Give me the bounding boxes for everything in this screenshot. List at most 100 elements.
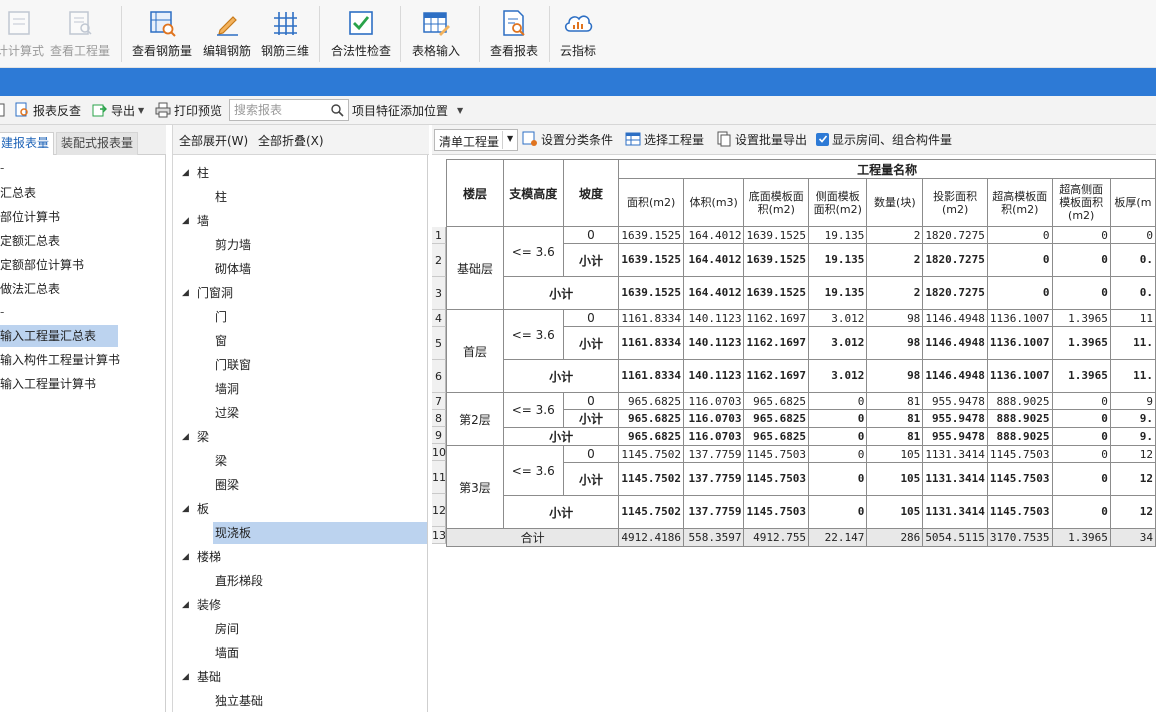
report-search-input[interactable] xyxy=(230,100,326,120)
table-input-button[interactable]: 表格输入 xyxy=(408,0,464,68)
report-item[interactable]: 部位计算书 xyxy=(0,206,165,228)
value-cell[interactable]: 0 xyxy=(808,392,868,410)
value-cell[interactable]: 105 xyxy=(866,462,924,496)
view-report-button[interactable]: 查看报表 xyxy=(486,0,542,68)
value-cell[interactable]: 11 xyxy=(1109,309,1156,327)
value-cell[interactable]: 1162.1697 xyxy=(743,326,810,360)
show-rooms-checkbox[interactable]: 显示房间、组合构件量 xyxy=(816,129,952,149)
table-row[interactable]: 基础层 <= 3.6 0 1639.1525 164.4012 1639.1525 19.1… xyxy=(446,226,1156,310)
tab-assembly-report[interactable]: 装配式报表量 xyxy=(56,132,139,155)
value-cell[interactable]: 1162.1697 xyxy=(743,309,810,327)
value-cell[interactable]: 3.012 xyxy=(808,326,868,360)
report-item[interactable]: 定额部位计算书 xyxy=(0,254,165,276)
value-cell[interactable]: 0 xyxy=(808,462,868,496)
value-cell[interactable]: 1145.7502 xyxy=(618,462,684,496)
tab-build-report[interactable]: 建报表量 xyxy=(0,132,55,155)
report-item-selected[interactable]: 输入工程量汇总表 xyxy=(0,325,118,347)
support-height-cell[interactable]: <= 3.6 xyxy=(502,392,564,428)
value-cell[interactable]: 164.4012 xyxy=(682,276,745,310)
value-cell[interactable]: 1131.3414 xyxy=(922,462,988,496)
header-column[interactable]: 体积(m3) xyxy=(682,178,745,227)
support-height-cell[interactable]: <= 3.6 xyxy=(502,309,564,360)
value-cell[interactable]: 1145.7503 xyxy=(986,445,1053,463)
table-row-floor-subtotal[interactable]: 小计 1145.7502 137.7759 1145.7503 0 105 1131.341… xyxy=(447,495,1156,529)
value-cell[interactable]: 11. xyxy=(1109,326,1156,360)
tree-item[interactable]: 圈梁 xyxy=(173,474,427,496)
value-cell[interactable]: 1820.7275 xyxy=(922,226,988,244)
checkbox-checked-icon[interactable] xyxy=(816,132,829,146)
value-cell[interactable]: 1820.7275 xyxy=(922,243,988,277)
value-cell[interactable]: 12 xyxy=(1109,495,1156,529)
total-value-cell[interactable]: 5054.5115 xyxy=(922,528,988,547)
collapse-arrow-icon[interactable]: ◢ xyxy=(182,666,189,688)
value-cell[interactable]: 0 xyxy=(1051,243,1111,277)
collapse-arrow-icon[interactable]: ◢ xyxy=(182,498,189,520)
tree-item[interactable]: 梁 xyxy=(173,450,427,472)
row-number[interactable]: 12 xyxy=(432,493,446,527)
chevron-down-icon[interactable]: ▼ xyxy=(502,131,516,149)
support-height-cell[interactable]: <= 3.6 xyxy=(502,226,564,277)
tree-item[interactable]: 柱 xyxy=(173,186,427,208)
value-cell[interactable]: 0 xyxy=(808,445,868,463)
value-cell[interactable]: 105 xyxy=(866,495,924,529)
collapse-arrow-icon[interactable]: ◢ xyxy=(182,282,189,304)
table-row-floor-subtotal[interactable]: 小计 1161.8334 140.1123 1162.1697 3.012 98 1146.… xyxy=(447,359,1156,393)
tree-item[interactable]: 门 xyxy=(173,306,427,328)
value-cell[interactable]: 1161.8334 xyxy=(618,359,684,393)
value-cell[interactable]: 1161.8334 xyxy=(618,309,684,327)
tree-item[interactable]: 门联窗 xyxy=(173,354,427,376)
search-icon[interactable] xyxy=(330,103,344,117)
value-cell[interactable]: 955.9478 xyxy=(922,409,988,428)
slope-cell[interactable]: 0 xyxy=(562,392,620,410)
value-cell[interactable]: 1639.1525 xyxy=(618,243,684,277)
value-cell[interactable]: 1639.1525 xyxy=(743,226,810,244)
tree-item[interactable]: 砌体墙 xyxy=(173,258,427,280)
value-cell[interactable]: 140.1123 xyxy=(682,326,745,360)
value-cell[interactable]: 965.6825 xyxy=(743,409,810,428)
floor-cell[interactable]: 首层 xyxy=(446,309,504,393)
collapse-arrow-icon[interactable]: ◢ xyxy=(182,210,189,232)
validity-check-button[interactable]: 合法性检查 xyxy=(328,0,394,68)
header-floor[interactable]: 楼层 xyxy=(446,159,504,227)
tree-item[interactable]: 直形梯段 xyxy=(173,570,427,592)
value-cell[interactable]: 1136.1007 xyxy=(986,359,1053,393)
value-cell[interactable]: 0 xyxy=(1051,226,1111,244)
tree-group[interactable]: ◢ 墙 xyxy=(173,210,427,232)
report-item[interactable]: 定额汇总表 xyxy=(0,230,165,252)
row-number[interactable]: 5 xyxy=(432,326,446,360)
tree-item[interactable]: 独立基础 xyxy=(173,690,427,712)
row-number[interactable]: 1 xyxy=(432,226,446,244)
value-cell[interactable]: 0. xyxy=(1109,243,1156,277)
value-cell[interactable]: 965.6825 xyxy=(743,392,810,410)
value-cell[interactable]: 1161.8334 xyxy=(618,326,684,360)
value-cell[interactable]: 19.135 xyxy=(808,276,868,310)
report-item[interactable]: 做法汇总表 xyxy=(0,278,165,300)
floor-cell[interactable]: 第2层 xyxy=(446,392,504,446)
value-cell[interactable]: 137.7759 xyxy=(682,495,745,529)
tree-group[interactable]: ◢ 板 xyxy=(173,498,427,520)
value-cell[interactable]: 1.3965 xyxy=(1051,309,1111,327)
total-value-cell[interactable]: 1.3965 xyxy=(1051,528,1111,547)
value-cell[interactable]: 0 xyxy=(1051,495,1111,529)
value-cell[interactable]: 1639.1525 xyxy=(743,243,810,277)
value-cell[interactable]: 0 xyxy=(986,276,1053,310)
value-cell[interactable]: 0 xyxy=(1051,409,1111,428)
value-cell[interactable]: 3.012 xyxy=(808,309,868,327)
value-cell[interactable]: 0 xyxy=(1051,445,1111,463)
print-preview-button[interactable]: 打印预览 xyxy=(155,100,222,120)
toolbar-leading-icon[interactable] xyxy=(0,100,6,120)
value-cell[interactable]: 11. xyxy=(1109,359,1156,393)
row-number[interactable]: 6 xyxy=(432,359,446,393)
value-cell[interactable]: 965.6825 xyxy=(618,409,684,428)
tree-item[interactable]: 剪力墙 xyxy=(173,234,427,256)
total-value-cell[interactable]: 3170.7535 xyxy=(986,528,1053,547)
total-value-cell[interactable]: 558.3597 xyxy=(682,528,745,547)
header-column[interactable]: 超高模板面积(m2) xyxy=(986,178,1053,227)
collapse-all-button[interactable]: 全部折叠(X) xyxy=(258,132,324,149)
value-cell[interactable]: 2 xyxy=(866,226,924,244)
tree-group[interactable]: ◢ 梁 xyxy=(173,426,427,448)
header-slope[interactable]: 坡度 xyxy=(562,159,620,227)
row-number[interactable]: 2 xyxy=(432,243,446,277)
header-column[interactable]: 超高侧面模板面积(m2) xyxy=(1051,178,1111,227)
header-support-height[interactable]: 支模高度 xyxy=(502,159,564,227)
